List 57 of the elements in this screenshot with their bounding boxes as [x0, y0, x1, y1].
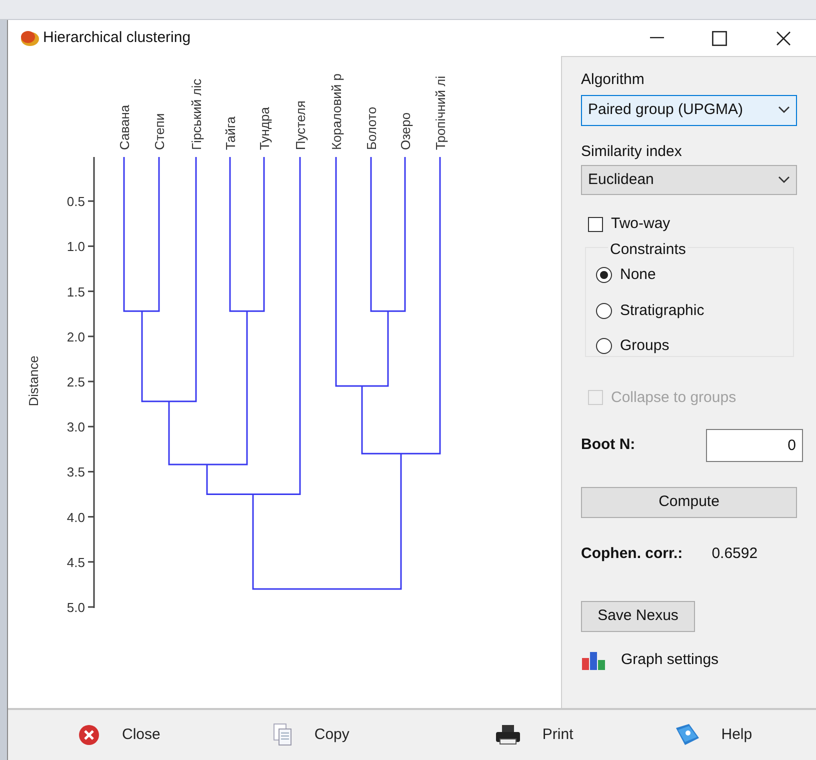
chevron-icon: [778, 176, 790, 184]
toolbar-button[interactable]: Copy: [272, 722, 350, 748]
close-icon: [76, 723, 102, 747]
radio-button[interactable]: [596, 338, 612, 354]
field-label: Boot N:: [581, 435, 636, 456]
radio-label: None: [620, 265, 656, 285]
tick-label: 3.0: [66, 420, 85, 435]
leaf-label: Пустеля: [293, 100, 308, 150]
checkbox-label: Collapse to groups: [611, 388, 736, 408]
leaf-label: Болото: [364, 106, 379, 150]
graph-settings-button[interactable]: Graph settings: [581, 648, 719, 671]
algorithm-dropdown[interactable]: Paired group (UPGMA): [581, 94, 797, 126]
checkbox-label: Two-way: [611, 214, 670, 234]
toolbar-button[interactable]: Help: [673, 722, 752, 748]
leaf-label: Савана: [117, 104, 132, 150]
compute-button[interactable]: Compute: [581, 487, 797, 518]
tick-label: 3.5: [66, 464, 85, 480]
field-label: Algorithm: [581, 70, 646, 90]
close-icon: [776, 30, 790, 46]
leaf-label: Гірський ліс: [189, 78, 204, 150]
minimize-icon: [650, 37, 664, 39]
axis-title: Distance: [26, 356, 41, 406]
save-nexus-button[interactable]: Save Nexus: [581, 600, 695, 632]
maximize-icon: [712, 30, 726, 46]
tick-label: 5.0: [66, 600, 85, 615]
leaf-label: Тропічний лі: [433, 76, 448, 150]
help-book-icon: [673, 722, 702, 748]
leaf-label: Тундра: [257, 107, 272, 150]
bar-chart-icon: [581, 650, 606, 670]
boot-n-field[interactable]: 0: [706, 429, 803, 462]
tick-label: 4.0: [66, 510, 85, 525]
app-logo-icon: [18, 29, 40, 47]
tick-label: 0.5: [66, 194, 85, 210]
radio-label: Groups: [620, 336, 670, 356]
tick-label: 1.5: [66, 284, 85, 300]
leaf-label: Кораловий р: [329, 74, 344, 150]
field-label: Similarity index: [581, 142, 683, 162]
tick-label: 1.0: [66, 239, 85, 254]
leaf-label: Тайга: [223, 116, 238, 150]
toolbar-button[interactable]: Print: [494, 723, 574, 747]
leaf-label: Озеро: [398, 112, 413, 150]
checkbox[interactable]: [588, 216, 603, 232]
tick-label: 2.5: [66, 374, 85, 390]
cophen-value: 0.6592: [712, 544, 758, 564]
radio-label: Stratigraphic: [620, 300, 704, 320]
leaf-label: Степи: [152, 113, 167, 150]
tick-label: 2.0: [66, 329, 85, 344]
similarity-dropdown[interactable]: Euclidean: [581, 165, 797, 195]
printer-icon: [494, 723, 522, 747]
field-label: Cophen. corr.:: [581, 544, 683, 564]
window-title: Hierarchical clustering: [43, 28, 191, 48]
toolbar-button[interactable]: Close: [76, 723, 160, 747]
radio-button[interactable]: [596, 302, 612, 319]
chevron-icon: [778, 106, 790, 114]
tick-label: 4.5: [66, 554, 85, 570]
documents-icon: [272, 722, 294, 748]
radio-button[interactable]: [596, 267, 612, 284]
